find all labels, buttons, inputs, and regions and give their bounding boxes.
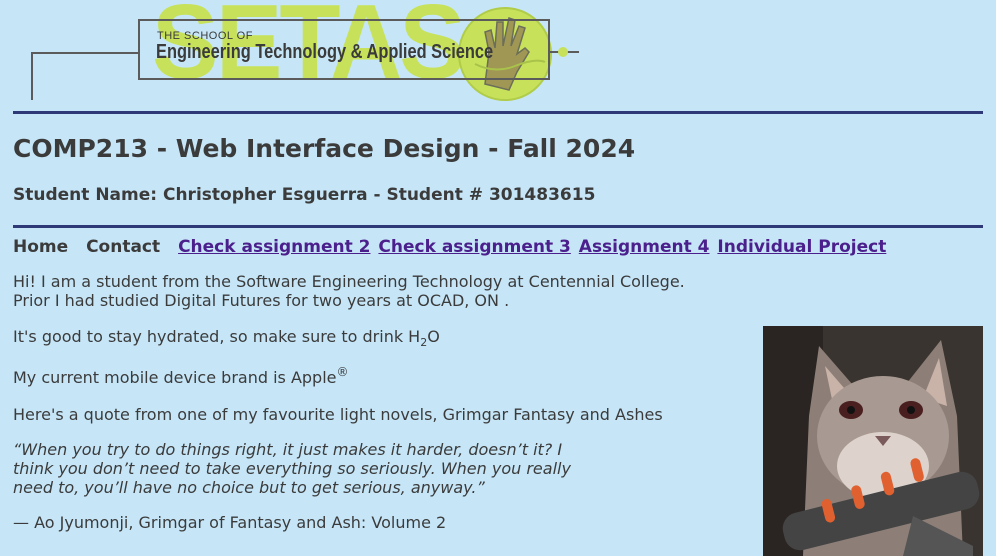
page-title: COMP213 - Web Interface Design - Fall 20… — [13, 134, 636, 163]
nav-link-assignment-4[interactable]: Assignment 4 — [579, 237, 710, 257]
nav-contact[interactable]: Contact — [86, 237, 160, 257]
nav-link-individual-project[interactable]: Individual Project — [717, 237, 886, 257]
nav-divider — [13, 225, 983, 228]
main-nav: Home Contact Check assignment 2 Check as… — [13, 237, 888, 257]
nav-link-assignment-2[interactable]: Check assignment 2 — [178, 237, 370, 257]
hydration-paragraph: It's good to stay hydrated, so make sure… — [13, 327, 440, 349]
quote-intro: Here's a quote from one of my favourite … — [13, 405, 663, 424]
logo-main-text: Engineering Technology & Applied Science — [156, 41, 494, 63]
quote-citation: — Ao Jyumonji, Grimgar of Fantasy and As… — [13, 513, 447, 532]
header-divider — [13, 111, 983, 114]
nav-home[interactable]: Home — [13, 237, 68, 257]
intro-paragraph: Hi! I am a student from the Software Eng… — [13, 272, 685, 310]
school-logo: SETAS THE SCHOOL OF Engineering Technolo… — [0, 0, 620, 110]
cat-photo — [763, 326, 983, 556]
student-info: Student Name: Christopher Esguerra - Stu… — [13, 185, 596, 205]
nav-link-assignment-3[interactable]: Check assignment 3 — [378, 237, 570, 257]
novel-quote: “When you try to do things right, it jus… — [13, 440, 571, 497]
device-paragraph: My current mobile device brand is Apple® — [13, 365, 349, 387]
